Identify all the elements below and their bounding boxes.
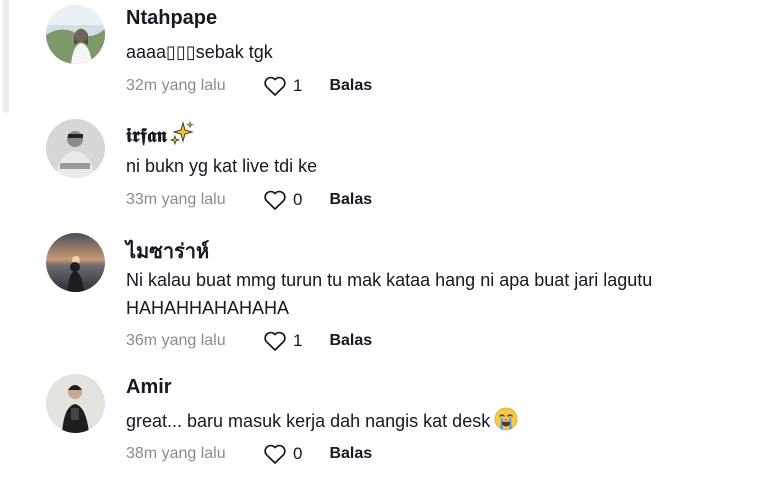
heart-outline-icon [264, 331, 286, 351]
like-button[interactable]: 0 [263, 189, 302, 211]
reply-button[interactable]: Balas [329, 191, 372, 209]
username[interactable]: Amir [126, 376, 172, 399]
comment-meta: 36m yang lalu 1 Balas [126, 329, 372, 353]
avatar[interactable] [46, 374, 105, 433]
comment-meta: 33m yang lalu 0 Balas [126, 188, 372, 212]
username[interactable]: ไมซาร่าห์ [126, 235, 209, 267]
avatar[interactable] [46, 5, 105, 64]
avatar[interactable] [46, 119, 105, 178]
comment-text: ni bukn yg kat live tdi ke [126, 156, 318, 176]
username[interactable]: 𝖎𝖗𝖋𝖆𝖓 [126, 121, 194, 148]
timestamp: 36m yang lalu [126, 332, 226, 349]
comment-text-body: great... baru masuk kerja dah nangis kat… [126, 411, 491, 431]
comment-text: Ni kalau buat mmg turun tu mak kataa han… [126, 270, 653, 318]
reply-button[interactable]: Balas [329, 332, 372, 350]
like-button[interactable]: 1 [263, 330, 302, 352]
reply-button[interactable]: Balas [329, 445, 372, 463]
avatar[interactable] [46, 233, 105, 292]
timestamp: 33m yang lalu [126, 191, 226, 208]
like-count: 0 [293, 190, 303, 209]
scrollbar[interactable] [3, 0, 9, 113]
like-count: 1 [293, 331, 303, 350]
reply-button[interactable]: Balas [329, 77, 372, 95]
heart-outline-icon [264, 444, 286, 464]
timestamp: 38m yang lalu [126, 445, 226, 462]
timestamp: 32m yang lalu [126, 77, 226, 94]
like-button[interactable]: 0 [263, 443, 302, 465]
username[interactable]: Ntahpape [126, 7, 217, 30]
like-count: 1 [293, 76, 303, 95]
loudly-crying-face-icon [494, 407, 518, 431]
comment-meta: 32m yang lalu 1 Balas [126, 74, 372, 98]
comment-text: great... baru masuk kerja dah nangis kat… [126, 407, 765, 435]
like-button[interactable]: 1 [263, 75, 302, 97]
like-count: 0 [293, 444, 303, 463]
heart-outline-icon [264, 190, 286, 210]
heart-outline-icon [264, 76, 286, 96]
sparkles-icon [169, 121, 194, 145]
comment-text: aaaa▯▯▯sebak tgk [126, 42, 273, 62]
comment-meta: 38m yang lalu 0 Balas [126, 442, 372, 466]
username-text: 𝖎𝖗𝖋𝖆𝖓 [126, 125, 167, 147]
